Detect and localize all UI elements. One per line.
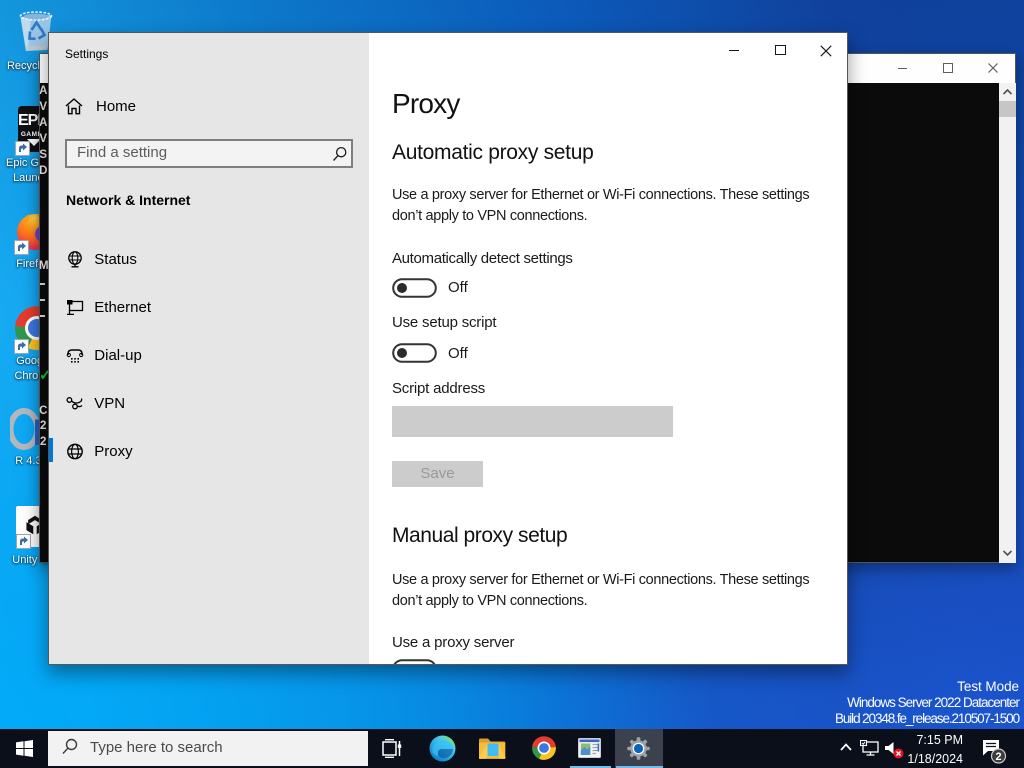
svg-text:2: 2 — [995, 751, 1001, 763]
